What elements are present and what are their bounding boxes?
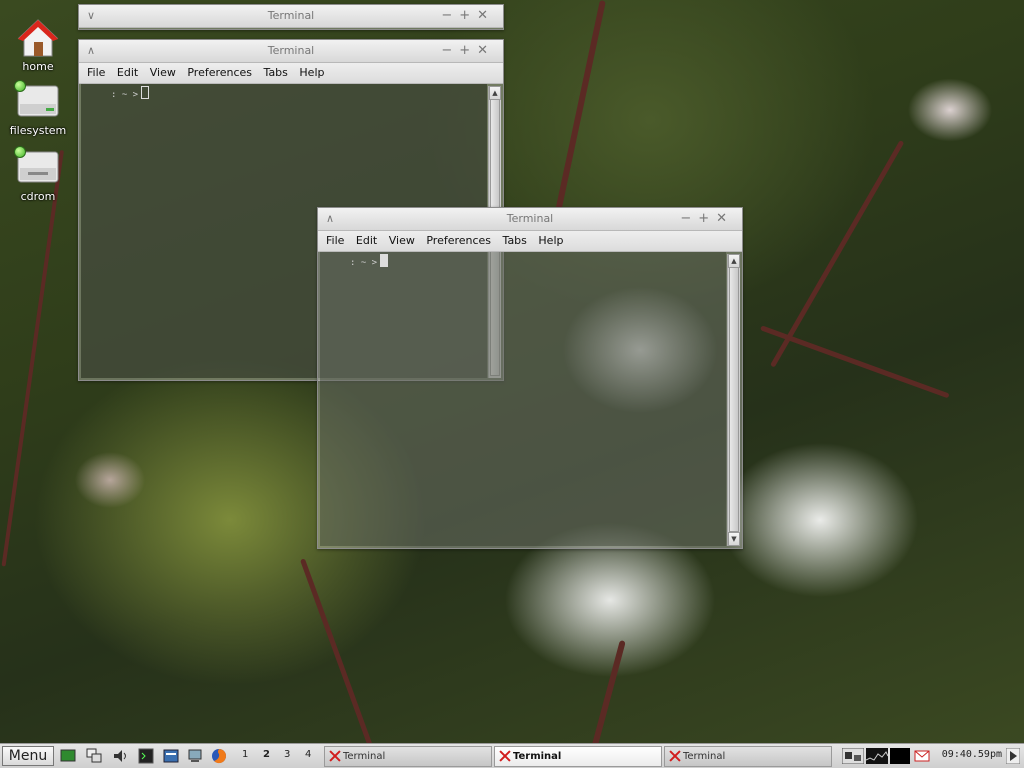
- desktop-icon-cdrom[interactable]: cdrom: [8, 146, 68, 203]
- scroll-up-icon[interactable]: ▲: [728, 254, 740, 268]
- scroll-up-icon[interactable]: ▲: [489, 86, 501, 100]
- text-cursor: [141, 86, 150, 99]
- show-desktop-icon[interactable]: [60, 748, 76, 764]
- volume-icon[interactable]: [112, 748, 128, 764]
- taskbar: Menu 1 2 3 4 Terminal Terminal Terminal: [0, 743, 1024, 768]
- menu-edit[interactable]: Edit: [117, 66, 138, 79]
- network-monitor-icon[interactable]: [841, 747, 865, 765]
- start-menu-button[interactable]: Menu: [2, 746, 54, 766]
- scrollbar[interactable]: ▲ ▼: [727, 254, 740, 546]
- terminal-task-icon: [669, 750, 681, 762]
- workspace-2[interactable]: 2: [263, 749, 270, 760]
- menu-tabs[interactable]: Tabs: [503, 234, 527, 247]
- menubar: File Edit View Preferences Tabs Help: [318, 231, 742, 252]
- menu-view[interactable]: View: [389, 234, 415, 247]
- scroll-down-icon[interactable]: ▼: [728, 532, 740, 546]
- clock[interactable]: 09:40.59pm: [942, 749, 1002, 760]
- terminal-launcher-icon[interactable]: [138, 748, 154, 764]
- desktop-icon-home[interactable]: home: [8, 18, 68, 73]
- menu-tabs[interactable]: Tabs: [264, 66, 288, 79]
- task-label: Terminal: [343, 751, 386, 762]
- menu-help[interactable]: Help: [538, 234, 563, 247]
- terminal-window-front[interactable]: ∧ Terminal −+✕ File Edit View Preference…: [317, 207, 743, 549]
- task-button-active[interactable]: Terminal: [494, 746, 662, 767]
- menu-help[interactable]: Help: [299, 66, 324, 79]
- cdrom-drive-icon: [14, 146, 60, 188]
- workspace-4[interactable]: 4: [305, 749, 311, 760]
- task-label: Terminal: [513, 751, 562, 762]
- menu-preferences[interactable]: Preferences: [187, 66, 252, 79]
- task-label: Terminal: [683, 751, 726, 762]
- workspace-1[interactable]: 1: [242, 749, 248, 760]
- menu-preferences[interactable]: Preferences: [426, 234, 491, 247]
- terminal-prompt: : ~ >: [350, 254, 389, 268]
- window-controls[interactable]: −+✕: [441, 43, 495, 58]
- mounted-indicator-icon: [14, 146, 26, 158]
- firefox-icon[interactable]: [211, 748, 227, 764]
- memory-graph-icon: [890, 748, 910, 764]
- menu-file[interactable]: File: [326, 234, 344, 247]
- panel-arrow-icon[interactable]: [1005, 747, 1021, 765]
- mail-icon[interactable]: [914, 748, 930, 764]
- cpu-graph-icon: [865, 748, 889, 764]
- control-panel-icon[interactable]: [163, 748, 179, 764]
- menu-file[interactable]: File: [87, 66, 105, 79]
- window-list-icon[interactable]: [86, 748, 102, 764]
- text-cursor: [380, 254, 389, 267]
- terminal-task-icon: [329, 750, 341, 762]
- window-titlebar[interactable]: ∧ Terminal −+✕: [318, 208, 742, 231]
- window-titlebar[interactable]: ∨ Terminal −+✕: [79, 5, 503, 28]
- desktop-icon-label: cdrom: [20, 190, 56, 203]
- window-title: Terminal: [267, 9, 315, 22]
- scroll-thumb[interactable]: [729, 267, 739, 532]
- window-controls[interactable]: −+✕: [680, 211, 734, 226]
- menu-view[interactable]: View: [150, 66, 176, 79]
- desktop-icon-label: home: [22, 60, 54, 73]
- terminal-area[interactable]: : ~ >: [320, 252, 726, 546]
- menu-edit[interactable]: Edit: [356, 234, 377, 247]
- terminal-window-shaded[interactable]: ∨ Terminal −+✕: [78, 4, 504, 30]
- terminal-prompt: : ~ >: [111, 86, 150, 100]
- window-controls[interactable]: −+✕: [441, 8, 495, 23]
- terminal-task-icon: [499, 750, 511, 762]
- desktop-icon-label: filesystem: [9, 124, 67, 137]
- task-button[interactable]: Terminal: [324, 746, 492, 767]
- mounted-indicator-icon: [14, 80, 26, 92]
- desktop-icon-filesystem[interactable]: filesystem: [8, 80, 68, 137]
- menubar: File Edit View Preferences Tabs Help: [79, 63, 503, 84]
- task-button[interactable]: Terminal: [664, 746, 832, 767]
- home-icon: [16, 18, 60, 58]
- window-title: Terminal: [506, 212, 554, 225]
- window-title: Terminal: [267, 44, 315, 57]
- window-titlebar[interactable]: ∧ Terminal −+✕: [79, 40, 503, 63]
- workspace-3[interactable]: 3: [284, 749, 290, 760]
- hard-drive-icon: [14, 80, 60, 122]
- computer-icon[interactable]: [187, 748, 203, 764]
